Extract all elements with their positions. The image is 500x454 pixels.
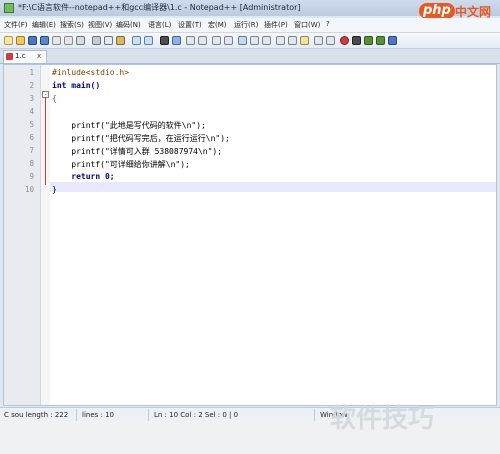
close-all-icon[interactable] [64,36,73,45]
menu-language[interactable]: 语言(L) [148,20,171,30]
folder-workspace-icon[interactable] [300,36,309,45]
code-line-7: printf("详情可入群 538087974\n"); [52,147,223,156]
paste-icon[interactable] [116,36,125,45]
status-file-info: C sou length : 222 [4,411,69,419]
sync-scroll-icon[interactable] [212,36,221,45]
line-number: 7 [29,146,34,155]
menu-view[interactable]: 视图(V) [88,20,112,30]
show-all-chars-icon[interactable] [250,36,259,45]
php-logo-mark: php [419,3,455,19]
print-icon[interactable] [76,36,85,45]
line-number: 3 [29,94,34,103]
zoom-in-icon[interactable] [186,36,195,45]
zoom-out-icon[interactable] [198,36,207,45]
word-wrap-icon[interactable] [238,36,247,45]
menu-settings[interactable]: 设置(T) [178,20,202,30]
line-number: 1 [29,68,34,77]
line-number: 10 [24,185,34,194]
replace-icon[interactable] [172,36,181,45]
line-number: 2 [29,81,34,90]
code-editor[interactable]: 1 2 3 4 5 6 7 8 9 10 - #inlude<stdio.h> … [3,64,497,406]
tab-file[interactable]: 1.c x [3,50,47,63]
line-number: 8 [29,159,34,168]
menu-encoding[interactable]: 编码(N) [116,20,141,30]
save-macro-icon[interactable] [388,36,397,45]
line-number: 9 [29,172,34,181]
cut-icon[interactable] [92,36,101,45]
menu-help[interactable]: ? [326,20,330,28]
code-line-5: printf("此地是写代码的软件\n"); [52,121,206,130]
save-icon[interactable] [28,36,37,45]
copy-icon[interactable] [104,36,113,45]
current-line-highlight [50,182,496,192]
status-divider [76,409,77,421]
redo-icon[interactable] [144,36,153,45]
status-lines: lines : 10 [82,411,114,419]
find-icon[interactable] [160,36,169,45]
doc-map-icon[interactable] [276,36,285,45]
menu-window[interactable]: 窗口(W) [294,20,320,30]
menu-search[interactable]: 搜索(S) [60,20,84,30]
menu-edit[interactable]: 编辑(E) [32,20,56,30]
watermark-text: 软件技巧 [330,404,435,434]
menu-plugins[interactable]: 插件(P) [264,20,288,30]
status-divider [314,409,315,421]
tab-bar: 1.c x [0,49,500,64]
status-position: Ln : 10 Col : 2 Sel : 0 | 0 [154,411,239,419]
undo-icon[interactable] [132,36,141,45]
menu-file[interactable]: 文件(F) [4,20,28,30]
line-number: 4 [29,107,34,116]
window-title: *F:\C语言软件--notepad++和gcc编译器\1.c - Notepa… [18,3,301,12]
status-divider [148,409,149,421]
fold-range-line [45,97,46,185]
notepad-window: *F:\C语言软件--notepad++和gcc编译器\1.c - Notepa… [0,0,500,454]
close-file-icon[interactable] [52,36,61,45]
line-number-gutter: 1 2 3 4 5 6 7 8 9 10 [4,65,41,405]
line-number: 6 [29,133,34,142]
code-line-3: { [52,94,57,103]
code-line-9: return 0; [52,172,115,181]
indent-guide-icon[interactable] [262,36,271,45]
play-macro-icon[interactable] [364,36,373,45]
record-macro-icon[interactable] [340,36,349,45]
line-number: 5 [29,120,34,129]
code-line-1: #inlude<stdio.h> [52,68,130,77]
unsaved-disk-icon [6,53,13,60]
code-line-6: printf("把代码写完后，在运行运行\n"); [52,134,230,143]
open-folder-icon[interactable] [16,36,25,45]
code-line-10: } [52,185,57,194]
code-line-8: printf("可详细给你讲解\n"); [52,160,190,169]
tab-label: 1.c [15,52,26,60]
new-file-icon[interactable] [4,36,13,45]
function-list-icon[interactable] [288,36,297,45]
menu-run[interactable]: 运行(R) [234,20,258,30]
notepad-app-icon [4,3,14,13]
code-line-2: int main() [52,81,101,90]
monitoring-icon[interactable] [314,36,323,45]
stop-macro-icon[interactable] [352,36,361,45]
save-all-icon[interactable] [40,36,49,45]
close-tab-icon[interactable]: x [37,52,41,60]
menu-macro[interactable]: 宏(M) [208,20,227,30]
run-macro-multiple-icon[interactable] [376,36,385,45]
toolbar [0,33,500,49]
preview-icon[interactable] [326,36,335,45]
menu-bar: 文件(F) 编辑(E) 搜索(S) 视图(V) 编码(N) 语言(L) 设置(T… [0,18,500,33]
sync-horizontal-icon[interactable] [224,36,233,45]
